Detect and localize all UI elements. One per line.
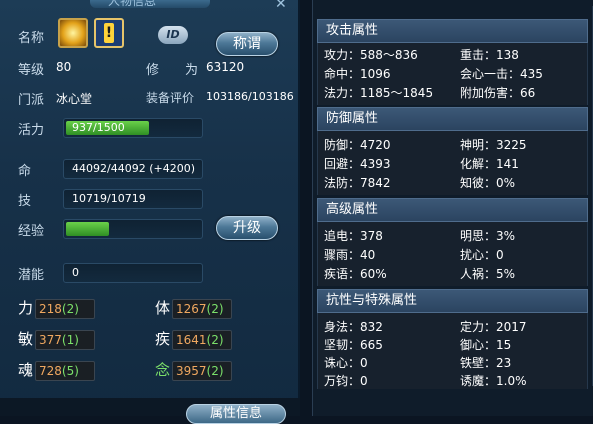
attr-composure: 定力：2017 (460, 320, 527, 334)
attr-human-calamity: 人祸：5% (460, 267, 516, 281)
stat-mind: 3957(2) (172, 361, 232, 381)
attr-magic-power: 法力：1185～1845 (324, 86, 434, 100)
stat-label-body: 体 (155, 299, 171, 317)
stat-bonus: (2) (206, 364, 224, 378)
sect-label: 门派 (18, 93, 45, 108)
section-attack-body: 攻力：588～836 重击：138 命中：1096 会心一击：435 法力：11… (317, 43, 588, 105)
attributes-panel: 攻击属性 攻力：588～836 重击：138 命中：1096 会心一击：435 … (312, 0, 593, 416)
upgrade-button[interactable]: 升级 (216, 216, 278, 240)
stat-label-soul: 魂 (18, 361, 34, 379)
attr-evasion: 回避：4393 (324, 157, 391, 171)
cultivation-value: 63120 (206, 60, 245, 74)
attr-iron-wall: 铁壁：23 (460, 356, 512, 370)
stat-body: 1267(2) (172, 299, 232, 319)
section-defense-body: 防御：4720 神明：3225 回避：4393 化解：141 法防：7842 知… (317, 131, 588, 195)
section-defense-header[interactable]: 防御属性 (317, 107, 588, 131)
stat-agility: 377(1) (35, 330, 95, 350)
stat-base: 218 (39, 302, 62, 316)
vitality-label: 活力 (18, 123, 45, 138)
stat-base: 377 (39, 333, 62, 347)
gear-score-value: 103186/103186 (206, 90, 294, 103)
exp-bar-fill (66, 222, 109, 236)
stat-base: 1267 (176, 302, 207, 316)
title-button[interactable]: 称谓 (216, 32, 278, 56)
hp-field: 44092/44092 (+4200) (63, 159, 203, 179)
section-resist-header[interactable]: 抗性与特殊属性 (317, 289, 588, 313)
vitality-bar: 937/1500 (63, 118, 203, 138)
potential-label: 潜能 (18, 268, 45, 283)
stat-label-speed: 疾 (155, 330, 171, 348)
window-title: 人物信息 (108, 0, 157, 8)
section-resist-body: 身法：832 定力：2017 坚韧：665 御心：15 诛心：0 铁壁：23 万… (317, 313, 588, 389)
hp-value: 44092/44092 (+4200) (72, 162, 195, 175)
stat-base: 1641 (176, 333, 207, 347)
attr-divinity: 神明：3225 (460, 138, 527, 152)
stat-bonus: (5) (61, 364, 79, 378)
stat-bonus: (2) (206, 333, 224, 347)
stat-base: 728 (39, 364, 62, 378)
attr-guard-mind: 御心：15 (460, 338, 512, 352)
stat-soul: 728(5) (35, 361, 95, 381)
stat-label-agility: 敏 (18, 330, 34, 348)
attr-disturb-mind: 扰心：0 (460, 248, 504, 262)
attr-heavy-hit: 重击：138 (460, 48, 519, 62)
level-label: 等级 (18, 63, 45, 78)
attr-magic-defense: 法防：7842 (324, 176, 391, 190)
attr-insight: 知彼：0% (460, 176, 516, 190)
vitality-value: 937/1500 (72, 121, 125, 134)
cultivation-label: 修 为 (146, 63, 199, 78)
title-icon-1[interactable] (58, 18, 88, 48)
attr-accuracy: 命中：1096 (324, 67, 391, 81)
attr-body-technique: 身法：832 (324, 320, 383, 334)
skill-value: 10719/10719 (72, 192, 146, 205)
stat-bonus: (1) (61, 333, 79, 347)
exp-bar (63, 219, 203, 239)
attr-ten-thousand: 万钧：0 (324, 374, 368, 388)
skill-field: 10719/10719 (63, 189, 203, 209)
stat-bonus: (2) (61, 302, 79, 316)
gear-score-label: 装备评价 (146, 91, 195, 105)
potential-value: 0 (72, 266, 79, 279)
attr-critical: 会心一击：435 (460, 67, 543, 81)
section-advanced-body: 追电：378 明思：3% 骤雨：40 扰心：0 疾语：60% 人祸：5% (317, 222, 588, 286)
stat-speed: 1641(2) (172, 330, 232, 350)
id-badge[interactable]: ID (158, 26, 188, 44)
level-value: 80 (56, 60, 72, 74)
attr-chase-lightning: 追电：378 (324, 229, 383, 243)
attr-sudden-rain: 骤雨：40 (324, 248, 376, 262)
skill-label: 技 (18, 194, 32, 209)
attr-dissolve: 化解：141 (460, 157, 519, 171)
name-label: 名称 (18, 31, 45, 46)
attr-swift-speech: 疾语：60% (324, 267, 387, 281)
character-panel: 人物信息 ✕ 名称 ! ID 称谓 等级 80 修 为 63120 门派 冰心堂… (0, 0, 300, 424)
attr-lure-demon: 诱魔：1.0% (460, 374, 527, 388)
hp-label: 命 (18, 164, 32, 179)
stat-label-strength: 力 (18, 299, 34, 317)
attr-heart-strike: 诛心：0 (324, 356, 368, 370)
attr-clear-mind: 明思：3% (460, 229, 516, 243)
sect-value: 冰心堂 (56, 92, 93, 106)
attr-tenacity: 坚韧：665 (324, 338, 383, 352)
section-advanced-header[interactable]: 高级属性 (317, 198, 588, 222)
stat-label-mind: 念 (155, 361, 171, 379)
close-icon[interactable]: ✕ (275, 0, 287, 12)
quest-alert-icon[interactable]: ! (94, 18, 124, 48)
potential-field: 0 (63, 263, 203, 283)
section-attack-header[interactable]: 攻击属性 (317, 19, 588, 43)
attr-extra-damage: 附加伤害：66 (460, 86, 536, 100)
stat-base: 3957 (176, 364, 207, 378)
exp-label: 经验 (18, 224, 45, 239)
stat-bonus: (2) (206, 302, 224, 316)
stat-strength: 218(2) (35, 299, 95, 319)
attr-defense: 防御：4720 (324, 138, 391, 152)
attribute-info-button[interactable]: 属性信息 (186, 404, 286, 424)
attr-attack-power: 攻力：588～836 (324, 48, 418, 62)
